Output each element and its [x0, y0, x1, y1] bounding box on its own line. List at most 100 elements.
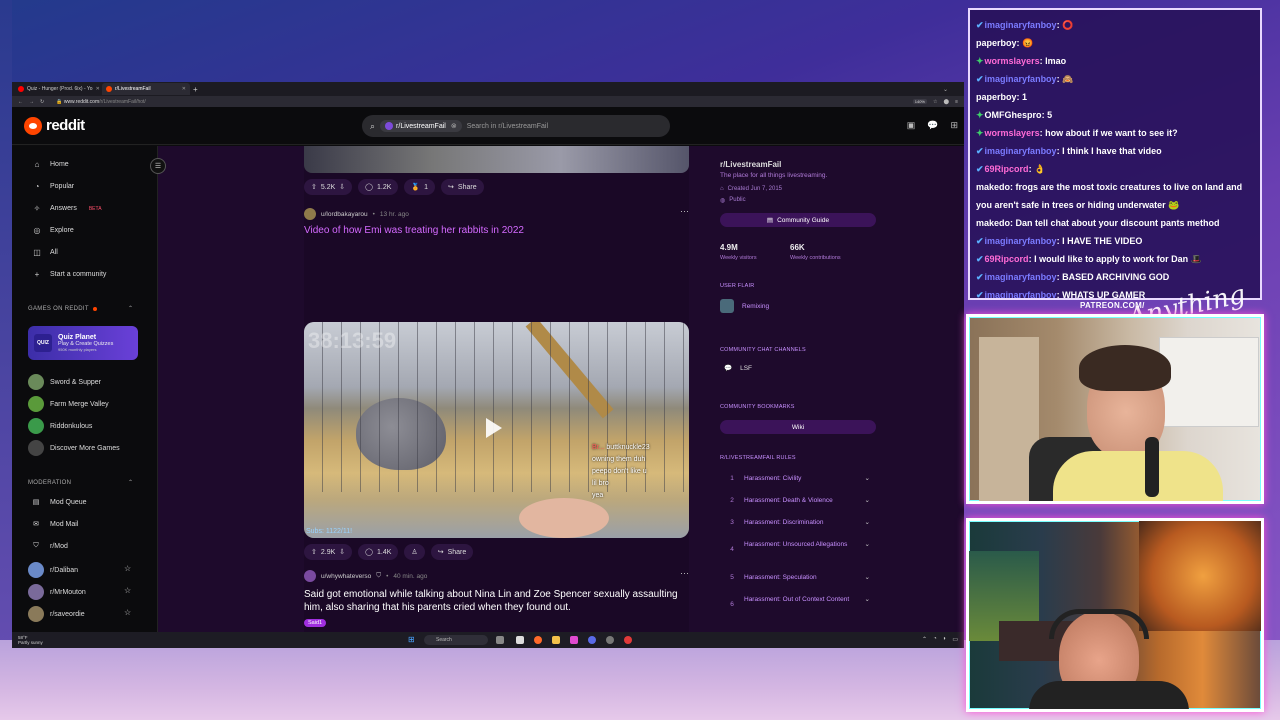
wiki-button[interactable]: Wiki: [720, 420, 876, 434]
firefox-icon[interactable]: [534, 636, 542, 644]
advertise-icon[interactable]: ▣: [907, 120, 916, 131]
windows-start-icon[interactable]: ⊞: [408, 635, 415, 644]
chat-channel-lsf[interactable]: 💬 LSF: [720, 364, 752, 373]
file-explorer-icon[interactable]: [552, 636, 560, 644]
sidebar-item-answers[interactable]: ✧ Answers BETA: [32, 204, 102, 213]
rule-5[interactable]: 5 Harassment: Speculation ⌄: [720, 573, 870, 582]
community-guide-button[interactable]: ▤ Community Guide: [720, 213, 876, 227]
favorite-star-icon[interactable]: ☆: [124, 564, 131, 573]
discord-icon[interactable]: [588, 636, 596, 644]
sidebar-item-popular[interactable]: ◔ Popular: [32, 182, 75, 191]
rule-2[interactable]: 2 Harassment: Death & Violence ⌄: [720, 496, 870, 505]
post-flair[interactable]: Said1: [304, 619, 327, 627]
terminal-icon[interactable]: [516, 636, 524, 644]
chat-username[interactable]: imaginaryfanboy: [985, 74, 1057, 84]
chat-username[interactable]: 69Ripcord: [985, 164, 1029, 174]
chat-username[interactable]: OMFGhespro: [985, 110, 1042, 120]
reddit-logo[interactable]: reddit: [24, 116, 85, 135]
forward-icon[interactable]: →: [29, 99, 34, 105]
rule-1[interactable]: 1 Harassment: Civility ⌄: [720, 474, 870, 483]
bookmark-star-icon[interactable]: ☆: [933, 99, 937, 105]
sidebar-item-explore[interactable]: ◎ Explore: [32, 226, 74, 235]
collapse-sidebar-icon[interactable]: ☰: [150, 158, 166, 174]
obs-icon[interactable]: [606, 636, 614, 644]
menu-icon[interactable]: ≡: [955, 99, 958, 105]
more-options-icon[interactable]: ⋯: [680, 206, 689, 217]
search-bar[interactable]: ⌕ r/LivestreamFail ⊗ Search in r/Livestr…: [362, 115, 670, 137]
zoom-level[interactable]: 140%: [912, 99, 927, 104]
games-section-title[interactable]: GAMES ON REDDIT: [28, 306, 97, 312]
share-button[interactable]: ↪ Share: [430, 544, 474, 560]
chevron-up-icon[interactable]: ⌃: [128, 479, 133, 486]
game-sword-supper[interactable]: Sword & Supper: [28, 374, 101, 390]
close-tab-icon[interactable]: ✕: [182, 86, 186, 92]
quiz-planet-card[interactable]: QUIZ Quiz Planet Play & Create Quizzes 9…: [28, 326, 138, 360]
play-icon[interactable]: [486, 418, 502, 438]
sidebar-item-start-community[interactable]: + Start a community: [32, 270, 107, 279]
chat-username[interactable]: imaginaryfanboy: [985, 236, 1057, 246]
comments-button[interactable]: ◯ 1.2K: [358, 179, 399, 195]
avatar[interactable]: [304, 570, 316, 582]
favorite-star-icon[interactable]: ☆: [124, 608, 131, 617]
sidebar-item-all[interactable]: ◫ All: [32, 248, 58, 257]
comments-button[interactable]: ◯ 1.4K: [358, 544, 399, 560]
post-title[interactable]: Said got emotional while talking about N…: [304, 588, 689, 614]
rule-4[interactable]: 4 Harassment: Unsourced Allegations ⌄: [720, 540, 870, 554]
sidebar-item-daliban[interactable]: r/Daliban: [28, 562, 78, 578]
tab-quiz[interactable]: Quiz - Hunger (Prod. 6ix) - Yo ✕: [14, 83, 102, 95]
address-field[interactable]: 🔒 www.reddit.com/r/LivestreamFail/hot/: [56, 99, 907, 105]
chat-username[interactable]: imaginaryfanboy: [985, 290, 1057, 298]
app-icon[interactable]: [570, 636, 578, 644]
award-button[interactable]: ♙: [404, 544, 425, 560]
sidebar-item-home[interactable]: ⌂ Home: [32, 160, 69, 169]
post-video[interactable]: 38:13:59 Br... buttknuckle23 owning them…: [304, 322, 689, 538]
sidebar-item-saveordie[interactable]: r/saveordie: [28, 606, 85, 622]
new-tab-button[interactable]: +: [193, 85, 198, 94]
volume-icon[interactable]: ◗: [943, 636, 947, 643]
chat-username[interactable]: wormslayers: [985, 128, 1040, 138]
chat-username[interactable]: makedo: [976, 218, 1010, 228]
clear-scope-icon[interactable]: ⊗: [451, 122, 457, 130]
sidebar-item-r-mod[interactable]: ⛉ r/Mod: [28, 542, 68, 550]
reload-icon[interactable]: ↻: [40, 99, 44, 105]
vote-button[interactable]: ⇧ 2.9K ⇩: [304, 544, 353, 560]
rule-3[interactable]: 3 Harassment: Discrimination ⌄: [720, 518, 870, 527]
close-tab-icon[interactable]: ✕: [96, 86, 100, 92]
chat-icon[interactable]: 💬: [927, 120, 938, 131]
community-name[interactable]: r/LivestreamFail: [720, 160, 781, 169]
post-title[interactable]: Video of how Emi was treating her rabbit…: [304, 224, 689, 237]
sidebar-item-mod-queue[interactable]: ▤ Mod Queue: [28, 498, 87, 507]
search-scope-chip[interactable]: r/LivestreamFail ⊗: [380, 120, 462, 132]
weather-widget[interactable]: 58°F Partly sunny: [18, 635, 43, 645]
game-riddonkulous[interactable]: Riddonkulous: [28, 418, 92, 434]
more-options-icon[interactable]: ⋯: [680, 568, 689, 579]
post-author[interactable]: u/lordbakayarou: [321, 211, 368, 218]
chat-username[interactable]: imaginaryfanboy: [985, 146, 1057, 156]
sidebar-item-mod-mail[interactable]: ✉ Mod Mail: [28, 520, 78, 529]
moderation-section-title[interactable]: MODERATION: [28, 480, 71, 486]
favorite-star-icon[interactable]: ☆: [124, 586, 131, 595]
share-button[interactable]: ↪ Share: [441, 179, 484, 195]
user-flair[interactable]: Remixing: [720, 299, 769, 313]
post-author[interactable]: u/whywhateverso: [321, 573, 371, 580]
back-icon[interactable]: ←: [18, 99, 23, 105]
chat-username[interactable]: wormslayers: [985, 56, 1040, 66]
tray-chevron-icon[interactable]: ⌃: [922, 636, 927, 643]
chat-username[interactable]: paperboy: [976, 38, 1017, 48]
award-button[interactable]: 🏅 1: [404, 179, 436, 195]
extension-icon[interactable]: ⬤: [943, 99, 949, 105]
battery-icon[interactable]: ▭: [952, 636, 958, 643]
chat-username[interactable]: imaginaryfanboy: [985, 20, 1057, 30]
vote-button[interactable]: ⇧ 5.2K ⇩: [304, 179, 353, 195]
chat-username[interactable]: 69Ripcord: [985, 254, 1029, 264]
create-post-icon[interactable]: ⊞: [950, 120, 958, 131]
search-input[interactable]: Search in r/LivestreamFail: [467, 123, 548, 130]
chat-username[interactable]: makedo: [976, 182, 1010, 192]
tab-list-chevron-icon[interactable]: ⌄: [943, 86, 948, 93]
taskbar-search[interactable]: Search: [424, 635, 488, 645]
task-view-icon[interactable]: [496, 636, 504, 644]
chevron-up-icon[interactable]: ⌃: [128, 305, 133, 312]
tab-livestreamfail[interactable]: r/LivestreamFail ✕: [102, 83, 190, 95]
network-icon[interactable]: ◔: [933, 636, 937, 643]
chat-username[interactable]: paperboy: [976, 92, 1017, 102]
